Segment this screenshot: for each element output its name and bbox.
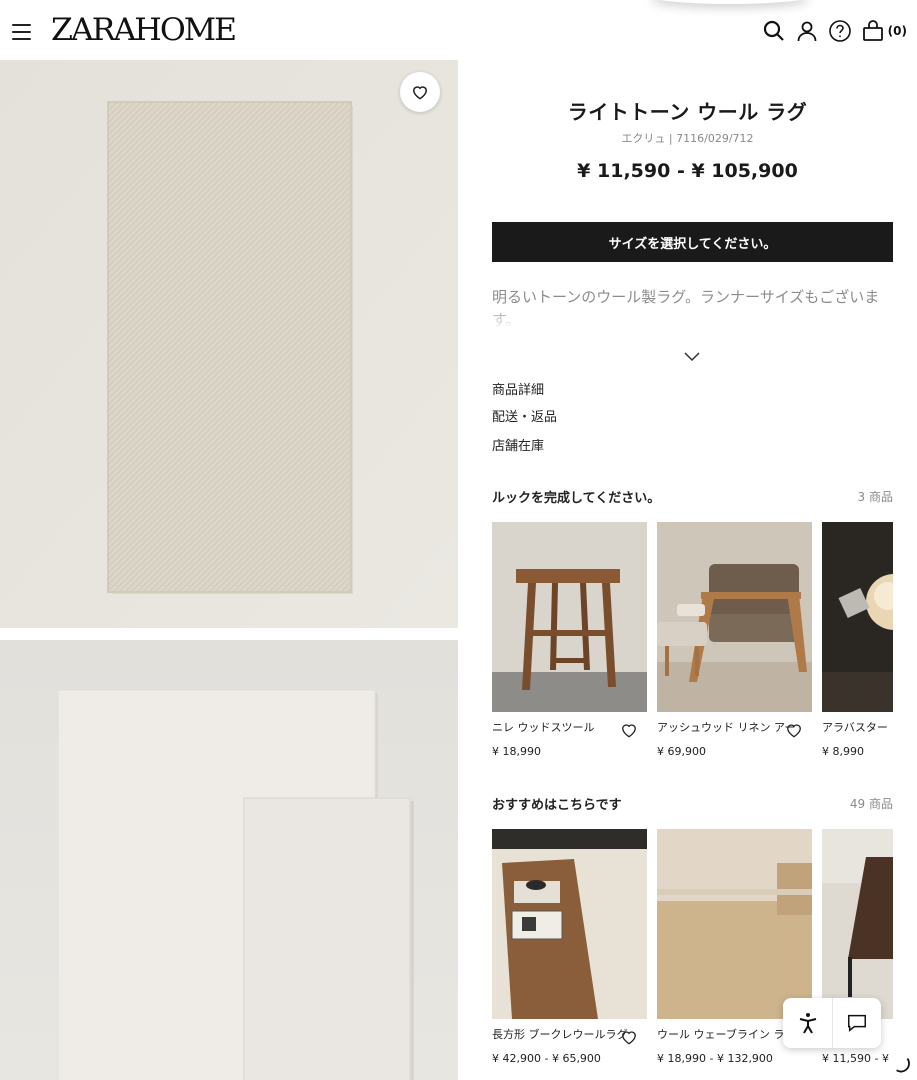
- product-price: ¥ 11,590 - ¥ 76: [822, 1052, 893, 1065]
- link-product-details[interactable]: 商品詳細: [492, 379, 544, 398]
- brand-logo[interactable]: ZARAHOME: [51, 12, 237, 48]
- link-store-stock[interactable]: 店舗在庫: [492, 435, 544, 454]
- product-thumbnail[interactable]: [822, 522, 893, 712]
- stool-photo: [492, 522, 647, 712]
- complete-look-heading: ルックを完成してください。: [492, 491, 661, 506]
- product-thumbnail[interactable]: [657, 522, 812, 712]
- complete-look-carousel[interactable]: ニレ ウッドスツール ¥ 18,990 アッシュウッド リネン アー ¥ 69,…: [492, 522, 893, 762]
- product-thumbnail[interactable]: [492, 829, 647, 1019]
- product-card[interactable]: 長方形 ブークレウールラグ ¥ 42,900 - ¥ 65,900: [492, 829, 647, 1065]
- product-thumbnail[interactable]: [492, 522, 647, 712]
- bag-count[interactable]: (0): [888, 24, 907, 38]
- armchair-photo: [657, 522, 812, 712]
- product-card[interactable]: アラバスター ¥ 8,990: [822, 522, 893, 758]
- wishlist-button[interactable]: [400, 72, 440, 112]
- heart-icon[interactable]: [784, 720, 804, 740]
- rug-table-photo: [822, 829, 893, 1019]
- runner-rug-photo: [0, 60, 458, 628]
- search-icon[interactable]: [762, 19, 786, 43]
- recommended-heading: おすすめはこちらです: [492, 798, 622, 813]
- bag-icon[interactable]: [861, 19, 885, 43]
- product-name[interactable]: アラバスター: [822, 719, 893, 735]
- accessibility-button[interactable]: [783, 998, 832, 1048]
- product-price: ¥ 69,900: [657, 745, 706, 758]
- two-rugs-photo: [0, 640, 458, 1080]
- chat-button[interactable]: [832, 998, 881, 1048]
- heart-icon: [412, 86, 428, 100]
- account-icon[interactable]: [795, 19, 819, 43]
- product-price: ¥ 11,590 - ¥ 105,900: [577, 160, 798, 182]
- product-thumbnail[interactable]: [822, 829, 893, 1019]
- product-price: ¥ 18,990: [492, 745, 541, 758]
- help-icon[interactable]: [828, 19, 852, 43]
- product-image-sizes: [0, 640, 458, 1080]
- site-header: ZARAHOME (0): [0, 0, 917, 60]
- menu-icon[interactable]: [12, 24, 31, 40]
- chevron-down-icon[interactable]: [682, 347, 702, 367]
- product-info-panel: ライトトーン ウール ラグ エクリュ | 7116/029/712 ¥ 11,5…: [458, 60, 917, 1080]
- product-price: ¥ 42,900 - ¥ 65,900: [492, 1052, 601, 1065]
- coffee-table-rug-photo: [492, 829, 647, 1019]
- product-title: ライトトーン ウール ラグ: [567, 100, 808, 124]
- product-price: ¥ 8,990: [822, 745, 864, 758]
- product-image-runner: [0, 60, 458, 628]
- chat-icon: [848, 1014, 866, 1032]
- link-shipping-returns[interactable]: 配送・返品: [492, 406, 557, 425]
- heart-icon[interactable]: [619, 720, 639, 740]
- recommended-count[interactable]: 49 商品: [850, 795, 893, 812]
- product-card[interactable]: ¥ 11,590 - ¥ 76: [822, 829, 893, 1065]
- product-color-reference: エクリュ | 7116/029/712: [621, 132, 754, 145]
- product-price: ¥ 18,990 - ¥ 132,900: [657, 1052, 773, 1065]
- help-widget: [783, 998, 881, 1048]
- loading-icon: [896, 1058, 910, 1073]
- wool-rug-photo: [657, 829, 812, 1019]
- product-thumbnail[interactable]: [657, 829, 812, 1019]
- product-card[interactable]: ウール ウェーブライン ラ ¥ 18,990 - ¥ 132,900: [657, 829, 812, 1065]
- accessibility-icon: [799, 1013, 816, 1034]
- product-card[interactable]: アッシュウッド リネン アー ¥ 69,900: [657, 522, 812, 758]
- alabaster-lamp-photo: [822, 522, 893, 712]
- top-shadow-decoration: [650, 0, 810, 4]
- heart-icon[interactable]: [619, 1027, 639, 1047]
- select-size-button[interactable]: サイズを選択してください。: [492, 222, 893, 262]
- complete-look-count[interactable]: 3 商品: [858, 488, 893, 505]
- description-fade: [492, 306, 897, 330]
- product-card[interactable]: ニレ ウッドスツール ¥ 18,990: [492, 522, 647, 758]
- header-icons: (0): [762, 19, 907, 43]
